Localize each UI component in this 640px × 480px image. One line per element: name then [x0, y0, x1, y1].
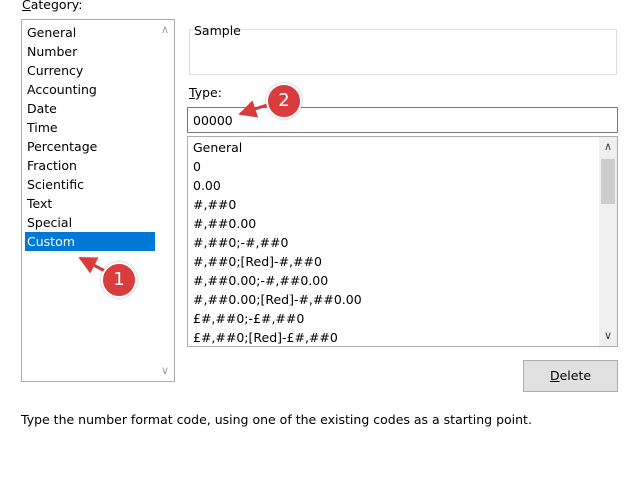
category-item-custom[interactable]: Custom [25, 232, 155, 251]
category-item-fraction[interactable]: Fraction [25, 156, 155, 175]
category-label: Category: [22, 0, 82, 12]
type-label-rest: ype: [194, 85, 222, 100]
type-label: Type: [189, 85, 222, 100]
category-list[interactable]: General Number Currency Accounting Date … [21, 19, 175, 382]
callout-badge-1: 1 [101, 262, 137, 298]
sample-label: Sample [194, 23, 241, 38]
format-item[interactable]: 0.00 [193, 176, 221, 195]
callout-badge-2: 2 [266, 83, 302, 119]
format-item[interactable]: #,##0 [193, 195, 236, 214]
scroll-down-icon[interactable]: ∨ [599, 327, 617, 345]
category-item-accounting[interactable]: Accounting [25, 80, 155, 99]
category-item-currency[interactable]: Currency [25, 61, 155, 80]
format-item[interactable]: 0 [193, 157, 201, 176]
category-item-date[interactable]: Date [25, 99, 155, 118]
category-scrollbar[interactable]: ∧ ∨ [156, 20, 174, 381]
format-item[interactable]: £#,##0;-£#,##0 [193, 309, 304, 328]
category-label-rest: ategory: [30, 0, 83, 12]
category-item-special[interactable]: Special [25, 213, 155, 232]
format-item[interactable]: #,##0;[Red]-#,##0 [193, 252, 322, 271]
format-list[interactable]: General 0 0.00 #,##0 #,##0.00 #,##0;-#,#… [187, 136, 618, 347]
format-item[interactable]: #,##0.00;[Red]-#,##0.00 [193, 290, 362, 309]
format-item[interactable]: #,##0.00 [193, 214, 256, 233]
category-item-number[interactable]: Number [25, 42, 155, 61]
format-scrollbar[interactable]: ∧ ∨ [599, 137, 617, 346]
category-item-percentage[interactable]: Percentage [25, 137, 155, 156]
category-item-scientific[interactable]: Scientific [25, 175, 155, 194]
format-item[interactable]: General [193, 138, 242, 157]
format-item[interactable]: #,##0.00;-#,##0.00 [193, 271, 328, 290]
scroll-up-icon[interactable]: ∧ [599, 138, 617, 156]
delete-label-rest: elete [559, 368, 592, 383]
scroll-down-icon[interactable]: ∨ [156, 362, 174, 380]
category-label-accel: C [22, 0, 31, 12]
category-item-general[interactable]: General [25, 23, 155, 42]
delete-button[interactable]: Delete [523, 360, 618, 392]
scroll-up-icon[interactable]: ∧ [156, 21, 174, 39]
delete-accel: D [549, 368, 560, 383]
category-item-text[interactable]: Text [25, 194, 155, 213]
format-item[interactable]: #,##0;-#,##0 [193, 233, 288, 252]
type-input[interactable] [187, 107, 618, 133]
hint-text: Type the number format code, using one o… [21, 412, 532, 427]
format-item[interactable]: £#,##0;[Red]-£#,##0 [193, 328, 338, 346]
sample-box [189, 29, 617, 75]
category-item-time[interactable]: Time [25, 118, 155, 137]
scroll-thumb[interactable] [601, 159, 615, 204]
